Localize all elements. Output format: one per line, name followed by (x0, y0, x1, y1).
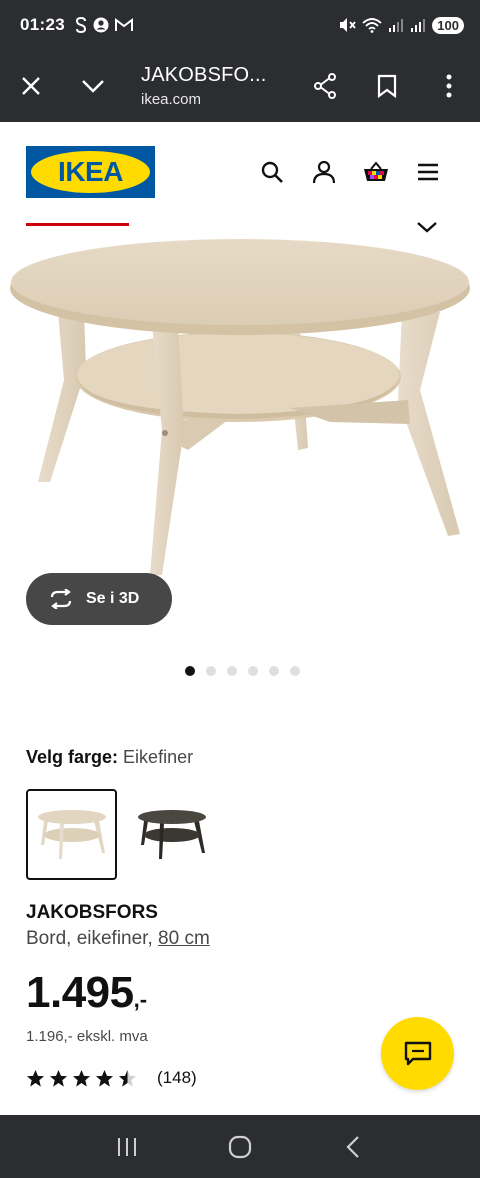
user-icon (312, 160, 336, 184)
signal-2-icon (411, 19, 426, 32)
gallery-dot[interactable] (205, 666, 216, 676)
chat-icon (404, 1041, 431, 1065)
star-full-icon (26, 1069, 45, 1087)
page-domain: ikea.com (141, 91, 202, 108)
gallery-dot[interactable] (289, 666, 300, 676)
logo-text: IKEA (58, 156, 123, 187)
star-half-icon (118, 1069, 137, 1087)
price-suffix: ,- (133, 987, 148, 1012)
color-selector-label: Velg farge: Eikefiner (26, 747, 193, 768)
logo-oval: IKEA (31, 151, 150, 193)
s-notification-icon (75, 17, 86, 33)
mute-icon (340, 18, 356, 32)
rotate-3d-icon (50, 589, 72, 609)
view-3d-label: Se i 3D (86, 590, 140, 607)
home-button[interactable] (210, 1122, 270, 1172)
back-icon (346, 1135, 360, 1158)
search-button[interactable] (256, 156, 288, 188)
gallery-dot[interactable] (247, 666, 258, 676)
recents-icon (117, 1137, 136, 1156)
chat-button[interactable] (381, 1017, 454, 1090)
product-description: Bord, eikefiner, 80 cm (26, 928, 210, 950)
account-button[interactable] (308, 156, 340, 188)
star-full-icon (49, 1069, 68, 1087)
color-swatch-dark[interactable] (126, 789, 217, 880)
selected-color-value: Eikefiner (123, 747, 194, 767)
cart-button[interactable] (360, 156, 392, 188)
color-swatch-light[interactable] (26, 789, 117, 880)
page-title-area[interactable]: JAKOBSFO... ikea.com (124, 64, 294, 108)
browser-toolbar: JAKOBSFO... ikea.com (0, 50, 480, 122)
share-icon (314, 73, 336, 99)
system-navigation-bar (0, 1115, 480, 1178)
minimize-button[interactable] (62, 50, 124, 122)
product-image[interactable] (0, 230, 480, 630)
light-table-thumbnail (37, 809, 106, 859)
battery-indicator: 100 (432, 16, 464, 34)
gallery-dot[interactable] (268, 666, 279, 676)
gallery-dot[interactable] (184, 666, 195, 676)
product-name: JAKOBSFORS (26, 902, 158, 923)
color-label-title: Velg farge: (26, 747, 119, 767)
ikea-logo[interactable]: IKEA (26, 146, 155, 198)
share-button[interactable] (294, 50, 356, 122)
status-bar: 01:23 100 (0, 0, 480, 50)
star-full-icon (95, 1069, 114, 1087)
recents-button[interactable] (97, 1122, 157, 1172)
shopping-basket-icon (364, 161, 388, 181)
account-icon (93, 17, 109, 33)
menu-button[interactable] (412, 156, 444, 188)
more-vertical-icon (446, 74, 452, 98)
status-system-icons: 100 (338, 16, 464, 34)
bookmark-icon (377, 74, 397, 98)
product-size-link[interactable]: 80 cm (158, 928, 210, 949)
page-title: JAKOBSFO... (141, 64, 267, 86)
price-main: 1.495 (26, 968, 134, 1017)
close-icon (22, 77, 40, 95)
bookmark-button[interactable] (356, 50, 418, 122)
hamburger-menu-icon (418, 163, 438, 181)
tab-indicator (26, 223, 129, 226)
signal-1-icon (389, 19, 404, 32)
status-time: 01:23 (20, 15, 65, 34)
review-count: (148) (157, 1068, 197, 1087)
product-description-text: Bord, eikefiner, (26, 928, 153, 949)
status-notification-icons (75, 17, 133, 33)
product-price: 1.495,- (26, 968, 147, 1018)
product-rating[interactable]: (148) (26, 1068, 197, 1088)
star-full-icon (72, 1069, 91, 1087)
coffee-table-image (10, 239, 470, 575)
more-options-button[interactable] (418, 50, 480, 122)
gallery-dot[interactable] (226, 666, 237, 676)
site-header: IKEA (0, 122, 480, 222)
close-tab-button[interactable] (0, 50, 62, 122)
back-button[interactable] (323, 1122, 383, 1172)
view-3d-button[interactable]: Se i 3D (26, 573, 172, 625)
price-ex-vat: 1.196,- ekskl. mva (26, 1028, 148, 1045)
chevron-down-icon (82, 80, 104, 93)
gallery-pagination (0, 666, 480, 676)
wifi-icon (362, 18, 382, 33)
home-icon (228, 1135, 252, 1158)
dark-table-thumbnail (137, 809, 206, 859)
gmail-icon (114, 18, 133, 31)
search-icon (261, 161, 283, 183)
